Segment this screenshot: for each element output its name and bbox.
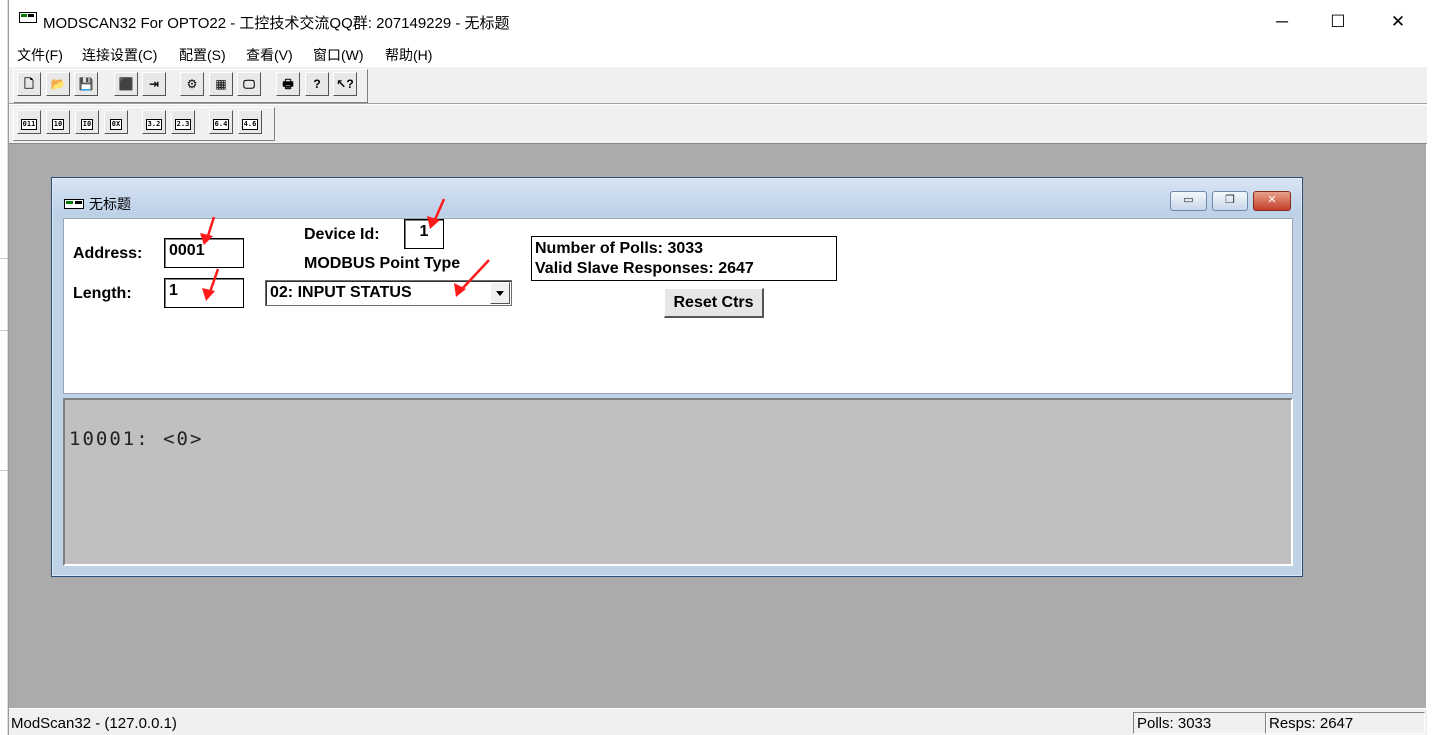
float-format-icon[interactable]: 3.2: [142, 110, 166, 134]
binary-format-label: 011: [20, 119, 38, 130]
double-format-label: 6.4: [212, 119, 230, 130]
close-button[interactable]: ✕: [1375, 8, 1421, 36]
double-swapped-format-label: 4.6: [241, 119, 259, 130]
decimal-format-label: 10: [51, 119, 65, 130]
context-help-icon[interactable]: ↖?: [333, 72, 357, 96]
child-minimize-button[interactable]: ▭: [1170, 191, 1207, 211]
screen: MODSCAN32 For OPTO22 - 工控技术交流QQ群: 207149…: [0, 0, 1436, 735]
window-title: MODSCAN32 For OPTO22 - 工控技术交流QQ群: 207149…: [43, 15, 510, 32]
menu-help[interactable]: 帮助(H): [385, 45, 432, 65]
menu-bar: 文件(F) 连接设置(C) 配置(S) 查看(V) 窗口(W) 帮助(H): [9, 42, 1427, 66]
annotation-arrows: [200, 198, 490, 301]
red-arrowhead-icon: [200, 216, 466, 301]
status-connection-text: ModScan32 - (127.0.0.1): [11, 715, 177, 732]
format-toolbar: 011 10 I0 0X 3.2 2.3 6.4 4.6: [9, 104, 1427, 144]
integer-format-icon[interactable]: I0: [75, 110, 99, 134]
menu-file[interactable]: 文件(F): [17, 45, 63, 65]
monitor-icon[interactable]: 🖵: [237, 72, 261, 96]
settings-panel: Address: 0001 Length: 1 Device Id: 1 MOD…: [63, 198, 1293, 394]
child-close-button[interactable]: ✕: [1253, 191, 1291, 211]
data-definition-icon[interactable]: ⚙: [180, 72, 204, 96]
menu-setup[interactable]: 配置(S): [179, 45, 226, 65]
status-resps-text: Resps: 2647: [1269, 715, 1354, 732]
hex-format-icon[interactable]: 0X: [104, 110, 128, 134]
decimal-format-icon[interactable]: 10: [46, 110, 70, 134]
status-polls-text: Polls: 3033: [1137, 715, 1212, 732]
maximize-button[interactable]: ☐: [1315, 8, 1361, 36]
background-window-right: [1426, 0, 1436, 735]
hex-format-label: 0X: [109, 119, 123, 130]
double-format-icon[interactable]: 6.4: [209, 110, 233, 134]
child-restore-button[interactable]: ❐: [1212, 191, 1248, 211]
integer-format-label: I0: [80, 119, 94, 130]
main-toolbar: 🗋 📂 💾 ⬛ ⇥ ⚙ ▦ 🖵 🖶 ? ↖?: [9, 66, 1427, 104]
title-bar[interactable]: MODSCAN32 For OPTO22 - 工控技术交流QQ群: 207149…: [9, 0, 1427, 42]
menu-window[interactable]: 窗口(W): [313, 45, 364, 65]
status-bar: ModScan32 - (127.0.0.1) Polls: 3033 Resp…: [9, 708, 1427, 735]
help-icon[interactable]: ?: [305, 72, 329, 96]
modscan-app-icon[interactable]: [19, 12, 37, 23]
data-display-area[interactable]: 10001: <0>: [63, 398, 1293, 566]
register-value-line[interactable]: 10001: <0>: [69, 428, 203, 450]
float-swapped-format-label: 2.3: [174, 119, 192, 130]
float-swapped-format-icon[interactable]: 2.3: [171, 110, 195, 134]
new-file-icon[interactable]: 🗋: [17, 72, 41, 96]
float-format-label: 3.2: [145, 119, 163, 130]
document-icon[interactable]: [64, 199, 84, 209]
minimize-button[interactable]: ─: [1259, 8, 1305, 36]
child-window-title: 无标题: [89, 196, 131, 212]
menu-connection[interactable]: 连接设置(C): [82, 45, 157, 65]
scan-document-window: 无标题 ▭ ❐ ✕ Address: 0001 Length: 1 Device…: [51, 177, 1303, 577]
binary-format-icon[interactable]: 011: [17, 110, 41, 134]
open-folder-icon[interactable]: 📂: [46, 72, 70, 96]
menu-view[interactable]: 查看(V): [246, 45, 293, 65]
double-swapped-format-icon[interactable]: 4.6: [238, 110, 262, 134]
print-icon[interactable]: 🖶: [276, 72, 300, 96]
disconnect-icon[interactable]: ⇥: [142, 72, 166, 96]
child-title-bar[interactable]: 无标题 ▭ ❐ ✕: [53, 179, 1301, 215]
display-icon[interactable]: ▦: [209, 72, 233, 96]
modscan-main-window: MODSCAN32 For OPTO22 - 工控技术交流QQ群: 207149…: [8, 0, 1427, 735]
connect-icon[interactable]: ⬛: [114, 72, 138, 96]
save-icon[interactable]: 💾: [74, 72, 98, 96]
background-window-left: [0, 0, 8, 735]
